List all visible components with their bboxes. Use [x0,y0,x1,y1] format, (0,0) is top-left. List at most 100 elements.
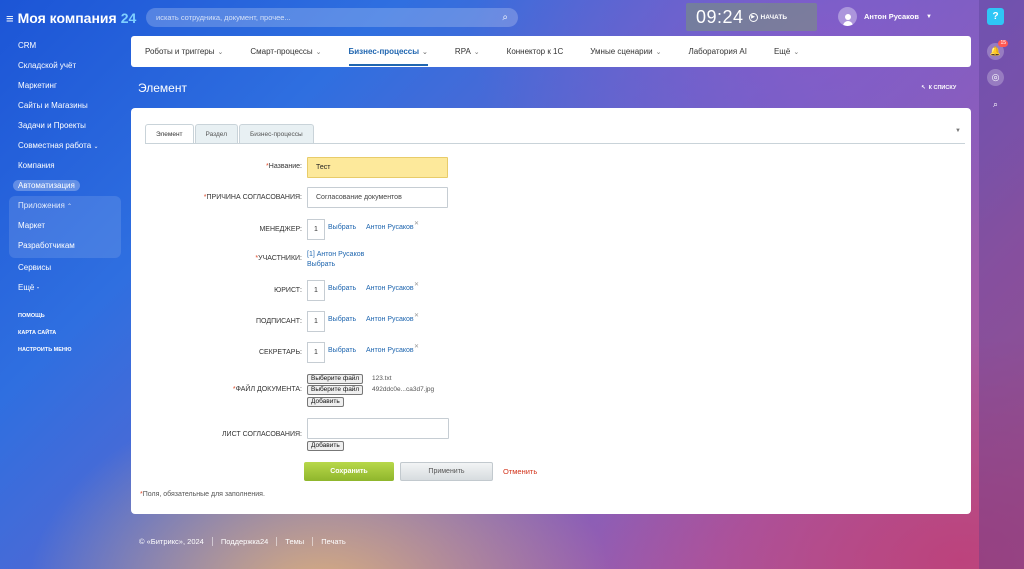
topmenu-rpa[interactable]: RPA ⌄ [455,36,480,67]
signer-choose-link[interactable]: Выбрать [328,316,356,323]
sidebar-item-developers[interactable]: Разработчикам [9,236,121,256]
lawyer-label: ЮРИСТ: [274,287,302,294]
search-input[interactable]: искать сотрудника, документ, прочее... ⌕ [146,8,518,27]
topmenu-1c-connector[interactable]: Коннектор к 1С [507,36,564,67]
topmenu-smart-processes[interactable]: Смарт-процессы ⌄ [250,36,321,67]
sidebar-item-label: Ещё [18,283,35,292]
sheet-label: ЛИСТ СОГЛАСОВАНИЯ: [221,431,302,438]
chevron-down-icon: ⌄ [93,144,99,150]
start-day-button[interactable]: ▶ НАЧАТЬ [748,12,788,22]
topmenu-smart-scenarios[interactable]: Умные сценарии ⌄ [590,36,661,67]
add-file-button[interactable]: Добавить [307,397,344,407]
back-link-label: К СПИСКУ [928,85,957,91]
sidebar-item-marketing[interactable]: Маркетинг [0,76,130,96]
chevron-down-icon: ⌄ [655,49,662,56]
left-sidebar: CRM Складской учёт Маркетинг Сайты и Маг… [0,36,130,359]
footer-copyright: © «Битрикс», 2024 [139,537,204,546]
sidebar-item-market[interactable]: Маркет [9,216,121,236]
sidebar-item-sites[interactable]: Сайты и Магазины [0,96,130,116]
sidebar-item-label: Автоматизация [13,180,80,191]
sidebar-item-company[interactable]: Компания [0,156,130,176]
participants-choose-link[interactable]: Выбрать [307,261,335,268]
cancel-button[interactable]: Отменить [503,467,537,476]
footer-support-link[interactable]: Поддержка24 [221,537,268,546]
close-icon[interactable]: ✕ [414,220,419,227]
footer-print-link[interactable]: Печать [321,537,346,546]
lawyer-id-input[interactable]: 1 [307,280,325,301]
sidebar-item-automation[interactable]: Автоматизация [0,176,130,196]
secretary-choose-link[interactable]: Выбрать [328,347,356,354]
sidebar-configure-menu-link[interactable]: НАСТРОИТЬ МЕНЮ [0,342,130,359]
tab-business-processes[interactable]: Бизнес-процессы [239,124,314,143]
manager-id-input[interactable]: 1 [307,219,325,240]
search-icon[interactable]: ⌕ [502,12,508,23]
sidebar-item-crm[interactable]: CRM [0,36,130,56]
close-icon[interactable]: ✕ [414,312,419,319]
manager-choose-link[interactable]: Выбрать [328,224,356,231]
participants-value-link[interactable]: [1] Антон Русаков [307,251,364,258]
secretary-person-link[interactable]: Антон Русаков [366,347,414,354]
play-icon: ▶ [748,12,758,22]
choose-file-button-1[interactable]: Выберите файл [307,374,364,384]
topmenu-more[interactable]: Ещё ⌄ [774,36,799,67]
topmenu-label: Ещё [773,47,791,56]
reason-input[interactable]: Согласование документов [307,187,448,208]
sidebar-item-apps[interactable]: Приложения ⌃ [9,196,121,216]
chat-icon: ◎ [991,72,1000,82]
manager-person-link[interactable]: Антон Русаков [366,224,414,231]
topmenu-ai-lab[interactable]: Лаборатория AI [688,36,747,67]
sidebar-item-more[interactable]: Ещё - [0,278,130,298]
close-icon[interactable]: ✕ [414,281,419,288]
search-icon: ⌕ [992,99,999,109]
sheet-input[interactable] [307,418,449,439]
secretary-id-input[interactable]: 1 [307,342,325,363]
topmenu-robots[interactable]: Роботы и триггеры ⌄ [145,36,223,67]
topmenu-label: Умные сценарии [590,47,653,56]
arrow-back-icon: ↖ [921,85,926,91]
manager-label: МЕНЕДЖЕР: [259,226,302,233]
close-icon[interactable]: ✕ [414,343,419,350]
save-button[interactable]: Сохранить [304,462,394,481]
chevron-up-icon: ⌃ [67,204,73,210]
help-button[interactable]: ? [987,8,1004,25]
rail-search-button[interactable]: ⌕ [987,96,1004,113]
notifications-button[interactable]: 🔔 15 [987,40,1008,60]
company-name: Моя компания [17,10,117,26]
sidebar-help-link[interactable]: ПОМОЩЬ [0,308,130,325]
sidebar-group-apps: Приложения ⌃ Маркет Разработчикам [9,196,121,258]
sidebar-item-services[interactable]: Сервисы [0,258,130,278]
topmenu-business-processes[interactable]: Бизнес-процессы ⌄ [348,36,429,67]
work-day-widget[interactable]: 09:24 ▶ НАЧАТЬ [686,3,817,31]
lawyer-choose-link[interactable]: Выбрать [328,285,356,292]
footer-themes-link[interactable]: Темы [285,537,304,546]
user-menu[interactable]: Антон Русаков ▼ [838,7,932,26]
tab-element[interactable]: Элемент [145,124,194,144]
footer: © «Битрикс», 2024 Поддержка24 Темы Печат… [139,537,346,546]
start-day-label: НАЧАТЬ [760,13,788,21]
chevron-down-icon[interactable]: ▼ [955,128,961,134]
messenger-button[interactable]: ◎ [987,69,1004,86]
lawyer-person-link[interactable]: Антон Русаков [366,285,414,292]
back-to-list-link[interactable]: ↖ К СПИСКУ [921,85,956,91]
apply-button[interactable]: Применить [400,462,493,481]
topmenu-label: Роботы и триггеры [145,47,215,56]
signer-id-input[interactable]: 1 [307,311,325,332]
sidebar-sitemap-link[interactable]: КАРТА САЙТА [0,325,130,342]
company-logo[interactable]: ≡ Моя компания 24 [6,10,136,26]
clock-time: 09:24 [696,6,744,27]
file-name-1: 123.txt [372,375,392,382]
sidebar-item-warehouse[interactable]: Складской учёт [0,56,130,76]
question-icon: ? [992,11,999,22]
topmenu-label: RPA [454,47,471,56]
hamburger-icon[interactable]: ≡ [6,11,14,26]
choose-file-button-2[interactable]: Выберите файл [307,385,364,395]
sidebar-item-label: Совместная работа [18,141,92,150]
avatar [838,7,857,26]
add-sheet-button[interactable]: Добавить [307,441,344,451]
signer-person-link[interactable]: Антон Русаков [366,316,414,323]
sidebar-item-tasks[interactable]: Задачи и Проекты [0,116,130,136]
chevron-down-icon: ⌄ [422,49,428,56]
sidebar-item-collaboration[interactable]: Совместная работа ⌄ [0,136,130,156]
tab-section[interactable]: Раздел [194,124,238,143]
name-input[interactable]: Тест [307,157,448,178]
